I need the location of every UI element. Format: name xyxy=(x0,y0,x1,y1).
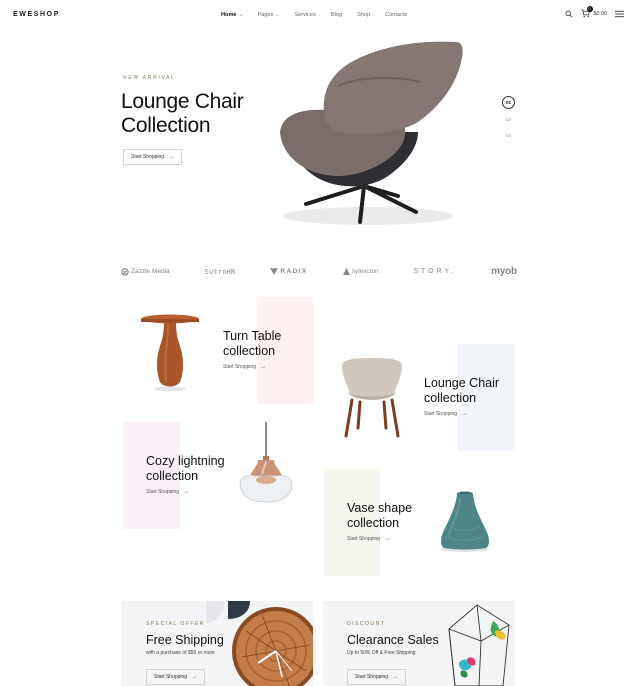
hamburger-icon[interactable] xyxy=(615,10,624,18)
nav-label: Home xyxy=(221,12,237,18)
brand-logo-story: STORY. xyxy=(413,268,456,275)
title-line: collection xyxy=(424,391,477,405)
promo-eyebrow: SPECIAL OFFER xyxy=(146,621,205,627)
brand-name: sylexcoin xyxy=(351,268,379,275)
geometric-planter-image xyxy=(448,604,510,686)
brand-logo-zazzle: Zazzle Media xyxy=(121,267,170,276)
brand-name: RADIX xyxy=(280,268,308,275)
hero-eyebrow: NEW ARRIVAL xyxy=(123,75,176,81)
slide-dot[interactable]: 03 xyxy=(502,129,515,145)
hero-title-line1: Lounge Chair xyxy=(121,90,244,113)
chevron-down-icon xyxy=(239,14,242,16)
vase-shape-start-shopping-link[interactable]: Start Shopping → xyxy=(347,536,390,542)
arrow-right-icon: → xyxy=(461,411,468,417)
site-logo[interactable]: EWESHOP xyxy=(13,11,60,18)
nav-item-shop[interactable]: Shop xyxy=(357,12,370,18)
brand-logo-sutrohr: SutroHR xyxy=(205,268,236,276)
nav-item-contacts[interactable]: Contacts xyxy=(385,12,407,18)
promo-clearance-sales: DISCOUNT Clearance Sales Up to 50% Off &… xyxy=(323,601,515,686)
nav-item-pages[interactable]: Pages xyxy=(258,12,280,18)
nav-label: Blog xyxy=(330,12,343,18)
brand-logo-myob: myob xyxy=(491,266,517,277)
arrow-right-icon: → xyxy=(183,489,190,495)
slide-dot-active[interactable]: 01 xyxy=(502,96,515,109)
armchair-image xyxy=(342,358,402,438)
brand-name: myob xyxy=(491,266,517,277)
link-label: Start Shopping xyxy=(347,536,381,542)
title-line: Lounge Chair xyxy=(424,376,500,390)
hero-title-line2: Collection xyxy=(121,114,211,137)
radix-logo-icon xyxy=(270,268,279,275)
cozy-lightning-start-shopping-link[interactable]: Start Shopping → xyxy=(146,489,189,495)
arrow-right-icon: → xyxy=(191,674,198,680)
nav-label: Shop xyxy=(357,12,371,18)
promo-title: Free Shipping xyxy=(146,633,224,647)
slide-dot[interactable]: 02 xyxy=(502,113,515,129)
button-label: Start Shopping xyxy=(355,674,389,680)
hero-start-shopping-button[interactable]: Start Shopping → xyxy=(123,149,183,165)
promo-free-shipping: SPECIAL OFFER Free Shipping with a purch… xyxy=(122,601,313,686)
chevron-down-icon xyxy=(276,14,279,16)
main-nav: Home Pages Services Blog Shop Contacts xyxy=(221,12,422,18)
promo-eyebrow: DISCOUNT xyxy=(347,621,386,627)
brand-name: Zazzle Media xyxy=(131,268,170,275)
turn-table-start-shopping-link[interactable]: Start Shopping → xyxy=(223,364,266,370)
zazzle-logo-icon xyxy=(121,267,129,276)
cozy-lightning-title: Cozy lightning collection xyxy=(146,454,256,484)
promo-title: Clearance Sales xyxy=(347,633,439,647)
arrow-right-icon: → xyxy=(260,364,267,370)
button-label: Start Shopping xyxy=(131,154,165,160)
title-line: Vase shape xyxy=(347,501,413,515)
search-icon[interactable] xyxy=(565,10,573,18)
lounge-chair-collection-title: Lounge Chair collection xyxy=(424,376,534,406)
brand-name: STORY. xyxy=(413,268,457,275)
clearance-start-shopping-button[interactable]: Start Shopping → xyxy=(347,669,407,685)
cart-total: $0.00 xyxy=(593,10,608,17)
link-label: Start Shopping xyxy=(424,411,458,417)
brand-name: SutroHR xyxy=(204,267,236,276)
title-line: collection xyxy=(223,344,276,358)
title-line: collection xyxy=(347,516,400,530)
promo-subtitle: with a purchase of $50 or more xyxy=(146,650,215,656)
nav-item-blog[interactable]: Blog xyxy=(331,12,342,18)
cart-button[interactable]: 0 $0.00 xyxy=(580,6,608,18)
brand-logos-row: Zazzle Media SutroHR RADIX sylexcoin STO… xyxy=(121,266,517,277)
title-line: Cozy lightning xyxy=(146,454,225,468)
turn-table-image xyxy=(141,314,199,392)
lounge-chair-start-shopping-link[interactable]: Start Shopping → xyxy=(424,411,467,417)
free-shipping-start-shopping-button[interactable]: Start Shopping → xyxy=(146,669,206,685)
arrow-right-icon: → xyxy=(384,536,391,542)
nav-label: Pages xyxy=(257,12,274,18)
promo-subtitle: Up to 50% Off & Free Shipping xyxy=(347,650,416,656)
hero-slider-pagination: 01 02 03 xyxy=(502,96,515,145)
turn-table-title: Turn Table collection xyxy=(223,329,333,359)
link-label: Start Shopping xyxy=(223,364,257,370)
site-header: EWESHOP Home Pages Services Blog Shop Co… xyxy=(0,0,637,30)
brand-logo-sylexcoin: sylexcoin xyxy=(342,268,379,275)
nav-item-home[interactable]: Home xyxy=(221,12,243,18)
arrow-right-icon: → xyxy=(392,674,399,680)
nav-label: Contacts xyxy=(385,12,408,18)
vase-shape-title: Vase shape collection xyxy=(347,501,457,531)
button-label: Start Shopping xyxy=(154,674,188,680)
lounge-chair-image xyxy=(280,41,463,225)
arrow-right-icon: → xyxy=(168,154,175,160)
link-label: Start Shopping xyxy=(146,489,180,495)
brand-logo-radix: RADIX xyxy=(270,268,308,275)
nav-item-services[interactable]: Services xyxy=(294,12,315,18)
nav-label: Services xyxy=(294,12,316,18)
title-line: collection xyxy=(146,469,199,483)
cart-count-badge: 0 xyxy=(586,6,593,12)
header-actions: 0 $0.00 xyxy=(565,6,624,18)
title-line: Turn Table xyxy=(223,329,282,343)
hero-title: Lounge Chair Collection xyxy=(121,90,291,138)
sylexcoin-logo-icon xyxy=(342,268,350,275)
